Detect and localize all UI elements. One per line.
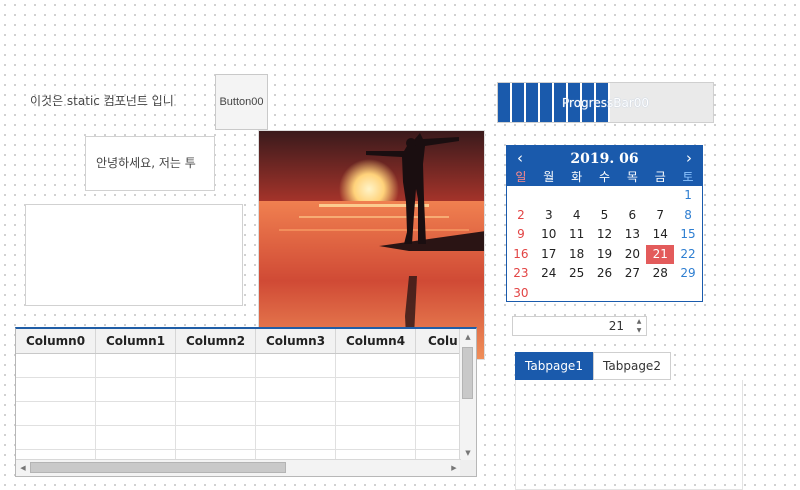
grid-column-header[interactable]: Column4 [336,329,416,353]
calendar-weekday: 목 [626,170,638,184]
calendar-day[interactable]: 17 [535,245,563,265]
spin-buttons[interactable]: ▲ ▼ [632,317,646,335]
calendar-day[interactable]: 6 [618,206,646,226]
vertical-scrollbar[interactable]: ▲ ▼ [459,329,476,461]
grid-column-header[interactable]: Column2 [176,329,256,353]
table-row[interactable] [16,402,461,426]
button00[interactable]: Button00 [215,74,268,130]
chevron-right-icon[interactable]: › [681,149,697,167]
calendar-day[interactable]: 8 [674,206,702,226]
calendar-empty-cell [535,186,563,206]
calendar-weekday: 월 [543,170,555,184]
calendar-day[interactable]: 13 [618,225,646,245]
calendar-day[interactable]: 16 [507,245,535,265]
calendar-weekday: 금 [654,170,666,184]
spin-up-icon[interactable]: ▲ [632,317,646,326]
calendar-empty-cell [563,186,591,206]
static-text: 이것은 static 컴포넌트 입니 [30,94,174,108]
calendar-day[interactable]: 4 [563,206,591,226]
calendar-weekdays: 일월화수목금토 [507,168,702,186]
grid-column-header[interactable]: Column3 [256,329,336,353]
calendar-weekday: 토 [682,170,694,184]
calendar-day[interactable]: 18 [563,245,591,265]
calendar-day[interactable]: 26 [591,264,619,284]
calendar-day[interactable]: 30 [507,284,535,302]
calendar-header: ‹ 2019. 06 › 일월화수목금토 [507,146,702,186]
grid-column-header[interactable]: Column0 [16,329,96,353]
calendar-weekday: 화 [571,170,583,184]
calendar-empty-cell [535,284,563,302]
progress-label: ProgressBar00 [562,95,649,110]
calendar-day[interactable]: 28 [646,264,674,284]
calendar-weekday: 일 [515,170,527,184]
calendar-empty-cell [618,284,646,302]
scroll-right-icon[interactable]: ▶ [447,463,461,473]
grid-column-header[interactable]: Colu [416,329,461,353]
calendar-empty-cell [618,186,646,206]
calendar-day[interactable]: 9 [507,225,535,245]
calendar-day[interactable]: 11 [563,225,591,245]
table-row[interactable] [16,426,461,450]
calendar-weekday: 수 [598,170,611,184]
tab-tabpage1[interactable]: Tabpage1 [515,352,593,380]
calendar-empty-cell [563,284,591,302]
sunset-image [258,130,485,360]
spin-down-icon[interactable]: ▼ [632,326,646,335]
calendar-day[interactable]: 15 [674,225,702,245]
grid-column-header[interactable]: Column1 [96,329,176,353]
calendar-day[interactable]: 25 [563,264,591,284]
calendar-day[interactable]: 19 [591,245,619,265]
tab-content [515,380,743,490]
sunset-photo [259,131,484,359]
vertical-scroll-thumb[interactable] [462,347,473,399]
grid-body [16,354,461,462]
calendar-day[interactable]: 24 [535,264,563,284]
calendar-day[interactable]: 23 [507,264,535,284]
calendar-empty-cell [674,284,702,302]
calendar-empty-cell [646,284,674,302]
progress-bar: ProgressBar00 [497,82,714,123]
horizontal-scrollbar[interactable]: ◀ ▶ [16,459,461,476]
calendar-day[interactable]: 10 [535,225,563,245]
data-grid[interactable]: Column0 Column1 Column2 Column3 Column4 … [15,327,477,477]
calendar-day[interactable]: 5 [591,206,619,226]
calendar-day[interactable]: 20 [618,245,646,265]
tab-tabpage2[interactable]: Tabpage2 [593,352,671,380]
calendar-empty-cell [507,186,535,206]
table-row[interactable] [16,354,461,378]
calendar-day[interactable]: 29 [674,264,702,284]
calendar-empty-cell [591,284,619,302]
calendar-day[interactable]: 22 [674,245,702,265]
horizontal-scroll-thumb[interactable] [30,462,286,473]
calendar-day[interactable]: 1 [674,186,702,206]
calendar-empty-cell [591,186,619,206]
calendar-day[interactable]: 2 [507,206,535,226]
spin-value[interactable]: 21 [609,317,624,335]
textarea[interactable] [25,204,243,306]
table-row[interactable] [16,378,461,402]
scroll-up-icon[interactable]: ▲ [461,332,475,342]
scroll-down-icon[interactable]: ▼ [461,448,475,458]
calendar-day[interactable]: 21 [646,244,675,264]
calendar-day[interactable]: 27 [618,264,646,284]
calendar-day[interactable]: 3 [535,206,563,226]
calendar-day[interactable]: 14 [646,225,674,245]
calendar-day[interactable]: 7 [646,206,674,226]
grid-header: Column0 Column1 Column2 Column3 Column4 … [16,329,461,354]
calendar[interactable]: ‹ 2019. 06 › 일월화수목금토 1 2 3 4 5 6 7 8 9 10 11 12 13 14… [506,145,703,302]
scroll-left-icon[interactable]: ◀ [16,463,30,473]
calendar-days: 1 2 3 4 5 6 7 8 9 10 11 12 13 14 15 16 17 18 19 20 21 22 23 24 2… [507,186,702,302]
calendar-empty-cell [646,186,674,206]
scroll-corner [460,460,476,476]
calendar-day[interactable]: 12 [591,225,619,245]
calendar-title: 2019. 06 [570,151,639,167]
edit-field[interactable]: 안녕하세요, 저는 투 [85,136,215,191]
spin-box[interactable]: 21 ▲ ▼ [512,316,647,336]
